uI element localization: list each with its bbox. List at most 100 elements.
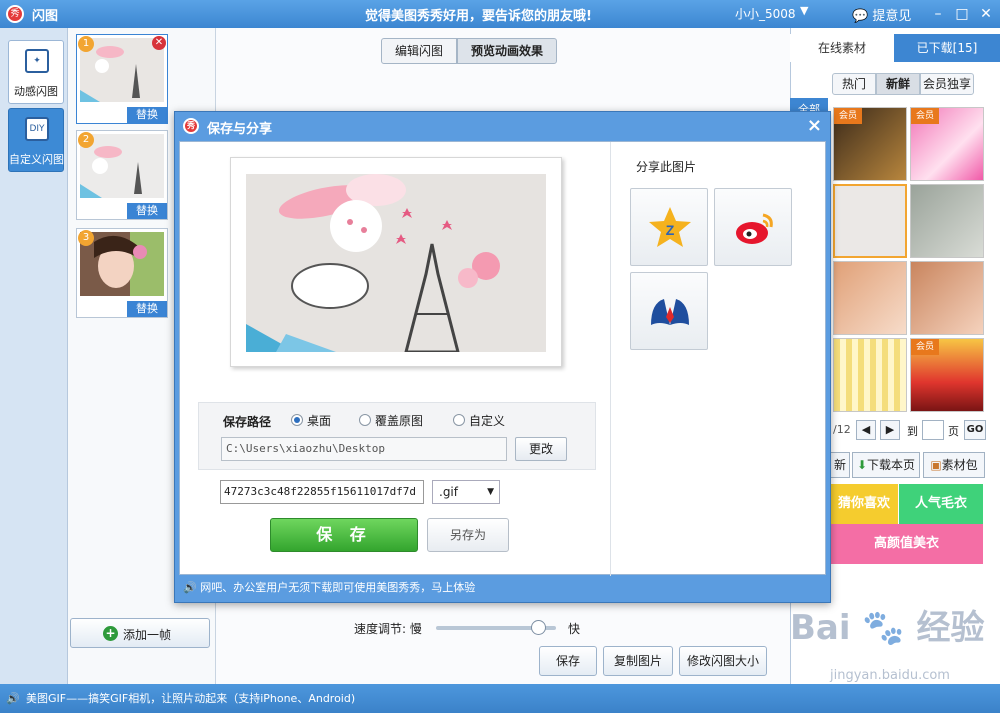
tool-dynamic-flash[interactable]: ✦ 动感闪图 — [8, 40, 64, 104]
status-text[interactable]: 美图GIF——搞笑GIF相机，让照片动起来（支持iPhone、Android) — [26, 684, 355, 713]
add-frame-button[interactable]: + 添加一帧 — [70, 618, 210, 648]
dialog-title-bar: 秀 保存与分享 × — [175, 112, 830, 140]
speaker-icon: 🔊 — [183, 581, 197, 594]
material-thumb[interactable] — [910, 184, 984, 258]
watermark-brand2: 经验 — [916, 608, 985, 648]
diy-icon: DIY — [25, 117, 49, 141]
prev-page-icon[interactable]: ◀ — [856, 420, 876, 440]
radio-custom[interactable] — [453, 414, 465, 426]
material-thumb[interactable]: 会员 — [833, 107, 907, 181]
chip-hot[interactable]: 热门 — [832, 73, 876, 95]
replace-button[interactable]: 替换 — [127, 301, 167, 317]
material-thumb[interactable]: 会员 — [910, 107, 984, 181]
delete-frame-icon[interactable]: ✕ — [152, 36, 166, 50]
slogan: 觉得美图秀秀好用，要告诉您的朋友哦! — [365, 9, 592, 24]
dialog-divider — [610, 142, 611, 576]
save-share-dialog: 秀 保存与分享 × 保存路径 桌面 覆盖原图 自定义 C:\Users\xiao… — [174, 111, 831, 603]
refresh-button[interactable]: 新 — [830, 452, 850, 478]
vip-badge: 会员 — [911, 108, 939, 124]
dialog-logo-icon: 秀 — [183, 118, 199, 134]
svg-text:Z: Z — [666, 222, 675, 238]
speed-slow-label: 慢 — [409, 622, 422, 636]
banner-guess-you-like[interactable]: 猜你喜欢 — [830, 484, 898, 524]
status-bar: 🔊 美图GIF——搞笑GIF相机，让照片动起来（支持iPhone、Android… — [0, 684, 1000, 713]
change-path-button[interactable]: 更改 — [515, 437, 567, 461]
radio-desktop-label[interactable]: 桌面 — [307, 412, 331, 429]
dialog-footer[interactable]: 🔊 网吧、办公室用户无须下载即可使用美图秀秀，马上体验 — [179, 577, 826, 599]
share-renren-button[interactable] — [630, 272, 708, 350]
chip-new[interactable]: 新鲜 — [876, 73, 920, 95]
app-title: 闪图 — [32, 9, 59, 24]
tool-custom-flash[interactable]: DIY 自定义闪图 — [8, 108, 64, 172]
radio-overwrite-label[interactable]: 覆盖原图 — [375, 412, 423, 429]
watermark-logo: Bai 🐾 经验 — [790, 600, 985, 649]
dialog-body: 保存路径 桌面 覆盖原图 自定义 C:\Users\xiaozhu\Deskto… — [179, 141, 826, 576]
material-pack-button[interactable]: ▣素材包 — [923, 452, 985, 478]
material-thumb[interactable] — [833, 261, 907, 335]
qzone-icon: Z — [649, 207, 691, 247]
dialog-save-button[interactable]: 保 存 — [270, 518, 418, 552]
radio-desktop[interactable] — [291, 414, 303, 426]
close-icon[interactable]: ✕ — [976, 4, 996, 24]
tool-strip: ✦ 动感闪图 DIY 自定义闪图 — [0, 28, 68, 684]
save-path-input[interactable]: C:\Users\xiaozhu\Desktop — [221, 437, 507, 461]
copy-image-button[interactable]: 复制图片 — [603, 646, 673, 676]
material-thumb[interactable] — [910, 261, 984, 335]
dialog-close-icon[interactable]: × — [807, 115, 822, 136]
watermark-url: jingyan.baidu.com — [830, 668, 950, 683]
radio-custom-label[interactable]: 自定义 — [469, 412, 505, 429]
material-thumb[interactable]: 会员 — [910, 338, 984, 412]
chevron-down-icon: ▼ — [487, 487, 494, 497]
chip-vip[interactable]: 会员独享 — [920, 73, 974, 95]
radio-overwrite[interactable] — [359, 414, 371, 426]
save-path-box: 保存路径 桌面 覆盖原图 自定义 C:\Users\xiaozhu\Deskto… — [198, 402, 596, 470]
extension-select[interactable]: .gif ▼ — [432, 480, 500, 504]
filename-input[interactable]: 47273c3c48f22855f15611017df7d — [220, 480, 424, 504]
banner-popular-sweater[interactable]: 人气毛衣 — [899, 484, 983, 524]
minimize-icon[interactable]: – — [928, 4, 948, 24]
material-pack-label: 素材包 — [941, 458, 978, 472]
save-as-button[interactable]: 另存为 — [427, 518, 509, 552]
tool-label: 动感闪图 — [14, 85, 58, 98]
paw-icon: 🐾 — [862, 608, 905, 648]
replace-button[interactable]: 替换 — [127, 203, 167, 219]
frame-item[interactable]: 2 替换 — [76, 130, 168, 220]
material-thumb[interactable] — [833, 184, 907, 258]
feedback-button[interactable]: 💬 提意见 — [852, 5, 911, 24]
renren-icon — [651, 299, 689, 325]
next-page-icon[interactable]: ▶ — [880, 420, 900, 440]
go-button[interactable]: GO — [964, 420, 986, 440]
feedback-label: 提意见 — [872, 9, 912, 24]
material-thumb[interactable] — [833, 338, 907, 412]
share-weibo-button[interactable] — [714, 188, 792, 266]
speed-fast-label: 快 — [568, 622, 581, 636]
user-menu-chevron-icon[interactable]: ▼ — [800, 4, 808, 17]
tab-online-materials[interactable]: 在线素材 — [790, 34, 894, 62]
replace-button[interactable]: 替换 — [127, 107, 167, 123]
share-qzone-button[interactable]: Z — [630, 188, 708, 266]
user-name[interactable]: 小小_5008 — [735, 5, 796, 22]
image-preview — [230, 157, 562, 367]
maximize-icon[interactable]: □ — [952, 4, 972, 24]
save-path-label: 保存路径 — [223, 415, 272, 429]
download-arrow-icon: ⬇ — [856, 458, 868, 472]
extension-value: .gif — [439, 485, 458, 499]
preview-image — [246, 174, 546, 352]
sparkle-frame-icon: ✦ — [25, 49, 49, 73]
page-input[interactable] — [922, 420, 944, 440]
tab-edit-flash[interactable]: 编辑闪图 — [381, 38, 457, 64]
banner-high-looks-clothes[interactable]: 高颜值美衣 — [830, 524, 983, 564]
download-page-button[interactable]: ⬇下载本页 — [852, 452, 920, 478]
dialog-title: 保存与分享 — [207, 122, 273, 137]
frame-item[interactable]: 3 替换 — [76, 228, 168, 318]
tab-downloaded[interactable]: 已下载[15] — [894, 34, 1000, 62]
tab-preview-animation[interactable]: 预览动画效果 — [457, 38, 557, 64]
speed-slider-handle[interactable] — [530, 620, 546, 635]
share-heading: 分享此图片 — [636, 160, 697, 174]
frame-number-badge: 3 — [78, 230, 94, 246]
save-button[interactable]: 保存 — [539, 646, 597, 676]
frame-item[interactable]: 1 ✕ 替换 — [76, 34, 168, 124]
resize-flash-button[interactable]: 修改闪图大小 — [679, 646, 767, 676]
dialog-footer-text: 网吧、办公室用户无须下载即可使用美图秀秀，马上体验 — [200, 581, 476, 594]
frame-number-badge: 1 — [78, 36, 94, 52]
